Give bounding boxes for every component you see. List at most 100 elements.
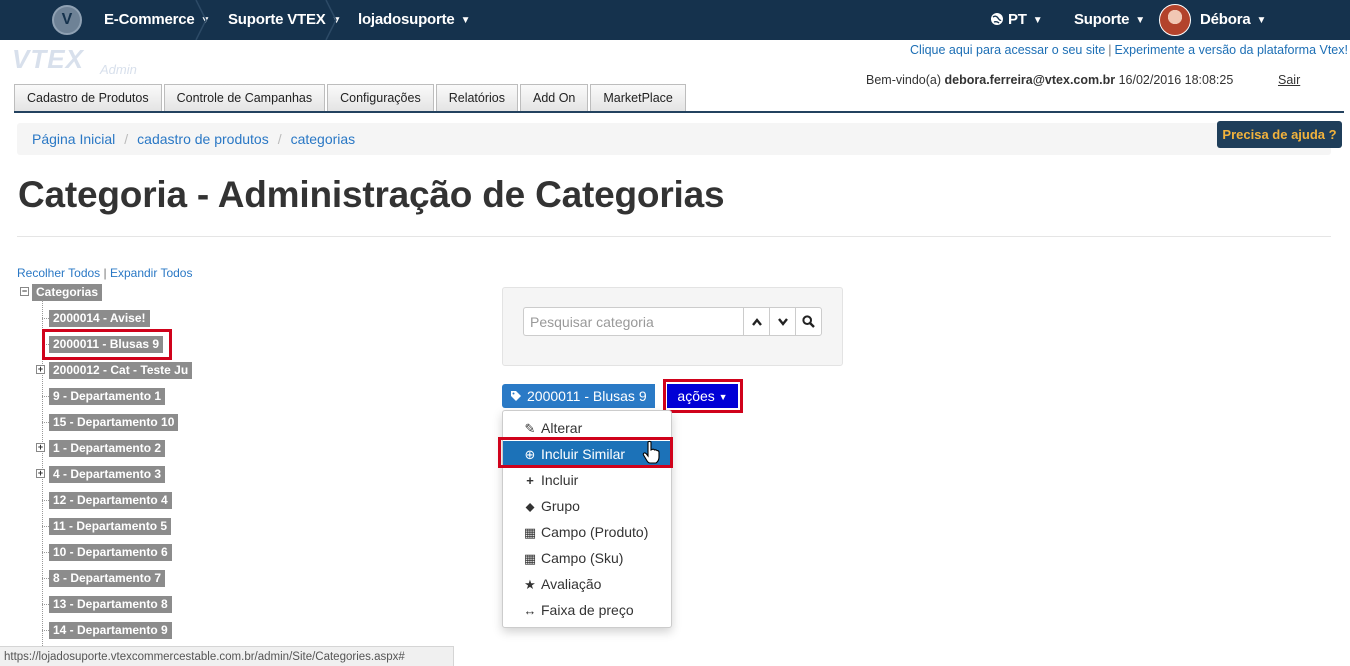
expand-icon[interactable]: +	[36, 443, 45, 452]
nav-suporte-vtex-label: Suporte VTEX	[228, 11, 326, 28]
expand-icon[interactable]: +	[36, 469, 45, 478]
globe-icon	[991, 13, 1003, 25]
chevron-down-icon: ▼	[1032, 15, 1043, 26]
tags-icon: ⬥	[525, 499, 535, 514]
menu-item-grupo[interactable]: ⬥ Grupo	[503, 493, 671, 519]
chevron-down-icon: ▼	[1135, 15, 1145, 26]
menu-item-label: Grupo	[541, 498, 580, 514]
tree-item[interactable]: 10 - Departamento 6	[49, 544, 172, 561]
tree-controls: Recolher Todos | Expandir Todos	[17, 266, 193, 280]
tree-item[interactable]: 4 - Departamento 3	[49, 466, 166, 483]
menu-item-label: Campo (Sku)	[541, 550, 624, 566]
nav-store[interactable]: lojadosuporte ▼	[358, 0, 470, 40]
avatar[interactable]	[1159, 4, 1191, 36]
tree-item[interactable]: 11 - Departamento 5	[49, 518, 172, 535]
breadcrumb-separator-icon	[194, 0, 208, 40]
vtex-admin-subtitle: Admin	[100, 62, 137, 77]
tab-add-on[interactable]: Add On	[520, 84, 589, 112]
logout-link[interactable]: Sair	[1278, 73, 1300, 87]
tree-item[interactable]: 13 - Departamento 8	[49, 596, 172, 613]
tab-cadastro-produtos[interactable]: Cadastro de Produtos	[14, 84, 162, 112]
menu-item-label: Incluir	[541, 472, 579, 488]
nav-store-label: lojadosuporte	[358, 11, 455, 28]
vtex-admin-logo[interactable]: VTEX	[12, 44, 84, 75]
collapse-icon[interactable]: −	[20, 287, 29, 296]
divider	[17, 236, 1331, 237]
tree-item[interactable]: 9 - Departamento 1	[49, 388, 166, 405]
chevron-down-icon: ▼	[1256, 15, 1267, 26]
selected-category-label: 2000011 - Blusas 9	[527, 388, 647, 404]
highlight-box	[42, 329, 172, 360]
support-label: Suporte	[1074, 11, 1130, 28]
expand-all-link[interactable]: Expandir Todos	[110, 266, 193, 280]
chevron-down-icon	[777, 317, 788, 326]
tab-configuracoes[interactable]: Configurações	[327, 84, 434, 112]
expand-icon[interactable]: +	[36, 365, 45, 374]
breadcrumb-divider: /	[277, 131, 282, 147]
hand-cursor-icon	[642, 440, 660, 469]
help-button[interactable]: Precisa de ajuda ?	[1217, 121, 1342, 148]
menu-item-campo-produto[interactable]: ▦ Campo (Produto)	[503, 519, 671, 545]
actions-dropdown-button[interactable]: ações ▼	[667, 384, 738, 408]
link-divider: |	[1108, 43, 1112, 57]
tree-item[interactable]: 2000012 - Cat - Teste Ju	[49, 362, 193, 379]
caret-down-icon: ▼	[718, 392, 728, 402]
breadcrumb-separator-icon	[324, 0, 338, 40]
page-title: Categoria - Administração de Categorias	[18, 174, 725, 215]
tree-item[interactable]: 8 - Departamento 7	[49, 570, 166, 587]
user-menu[interactable]: Débora ▼	[1200, 0, 1266, 40]
welcome-prefix: Bem-vindo(a)	[866, 73, 942, 87]
tab-marketplace[interactable]: MarketPlace	[590, 84, 686, 112]
breadcrumb-categories[interactable]: categorias	[291, 131, 356, 147]
resize-horizontal-icon: ↔	[523, 603, 537, 618]
language-selector[interactable]: PT ▼	[990, 0, 1043, 40]
breadcrumb-divider: /	[124, 131, 129, 147]
language-label: PT	[1008, 11, 1027, 28]
menu-item-label: Faixa de preço	[541, 602, 634, 618]
menu-item-avaliacao[interactable]: ★ Avaliação	[503, 571, 671, 597]
menu-item-campo-sku[interactable]: ▦ Campo (Sku)	[503, 545, 671, 571]
breadcrumb-home[interactable]: Página Inicial	[32, 131, 115, 147]
vtex-logo-icon[interactable]: V	[52, 5, 82, 35]
top-navigation-bar: V E-Commerce ▼ Suporte VTEX ▼ lojadosuport…	[0, 0, 1350, 40]
menu-item-faixa-preco[interactable]: ↔ Faixa de preço	[503, 597, 671, 623]
menu-item-label: Alterar	[541, 420, 583, 436]
search-button[interactable]	[795, 307, 822, 336]
main-tabs: Cadastro de Produtos Controle de Campanh…	[14, 84, 688, 112]
previous-result-button[interactable]	[743, 307, 770, 336]
menu-item-label: Campo (Produto)	[541, 524, 649, 540]
collapse-all-link[interactable]: Recolher Todos	[17, 266, 100, 280]
search-input[interactable]	[523, 307, 743, 336]
tree-root[interactable]: Categorias	[32, 284, 103, 301]
try-platform-link[interactable]: Experimente a versão da plataforma Vtex!	[1115, 43, 1348, 57]
support-menu[interactable]: Suporte ▼	[1074, 0, 1145, 40]
selected-category-button[interactable]: 2000011 - Blusas 9	[502, 384, 655, 408]
access-site-link[interactable]: Clique aqui para acessar o seu site	[910, 43, 1105, 57]
search-icon	[802, 315, 815, 328]
tree-item[interactable]: 2000014 - Avise!	[49, 310, 150, 327]
user-name: Débora	[1200, 11, 1251, 28]
user-email: debora.ferreira@vtex.com.br	[944, 73, 1116, 87]
tab-relatorios[interactable]: Relatórios	[435, 84, 518, 112]
tree-item[interactable]: 12 - Departamento 4	[49, 492, 172, 509]
menu-item-incluir[interactable]: + Incluir	[503, 467, 671, 493]
tab-controle-campanhas[interactable]: Controle de Campanhas	[163, 84, 326, 112]
actions-label: ações	[677, 388, 715, 404]
tree-item[interactable]: 1 - Departamento 2	[49, 440, 166, 457]
tree-item[interactable]: 14 - Departamento 9	[49, 622, 172, 639]
tag-icon	[511, 391, 521, 401]
star-icon: ★	[524, 577, 536, 592]
search-panel	[502, 287, 843, 366]
menu-item-label: Avaliação	[541, 576, 602, 592]
next-result-button[interactable]	[769, 307, 796, 336]
breadcrumb: Página Inicial / cadastro de produtos / cate…	[17, 123, 1331, 155]
gift-icon: ▦	[523, 525, 537, 540]
breadcrumb-product-catalog[interactable]: cadastro de produtos	[137, 131, 269, 147]
chevron-up-icon	[751, 317, 762, 326]
category-tree: − Categorias 2000014 - Avise! 2000011 - …	[18, 283, 278, 653]
browser-status-bar: https://lojadosuporte.vtexcommercestable…	[0, 646, 454, 666]
chevron-down-icon: ▼	[460, 15, 471, 26]
tree-item[interactable]: 15 - Departamento 10	[49, 414, 179, 431]
login-datetime: 16/02/2016 18:08:25	[1118, 73, 1234, 87]
header-links: Clique aqui para acessar o seu site | Expe…	[910, 43, 1348, 57]
